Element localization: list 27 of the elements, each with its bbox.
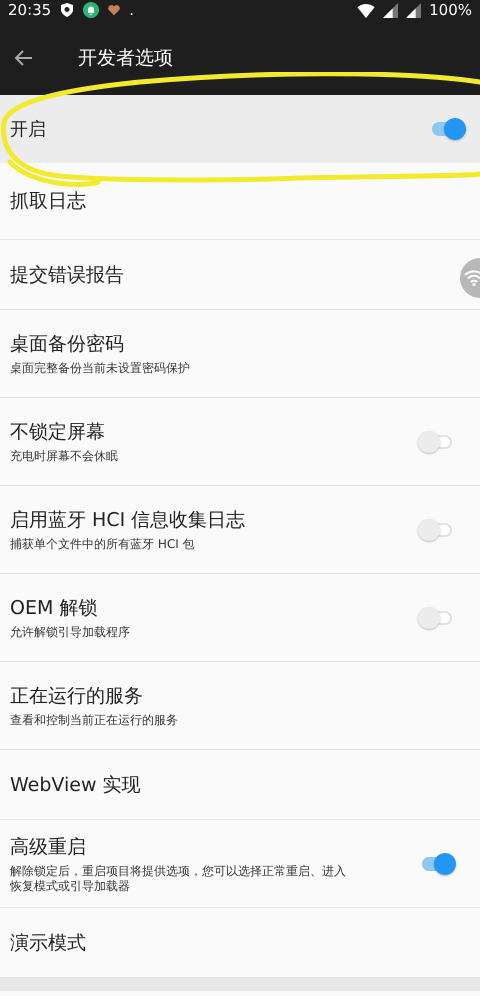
setting-title: OEM 解锁 (10, 596, 98, 622)
page-title: 开发者选项 (78, 46, 173, 70)
status-dot: . (129, 1, 134, 19)
status-time: 20:35 (8, 1, 52, 19)
setting-title: 启用蓝牙 HCI 信息收集日志 (10, 508, 246, 534)
setting-summary: 解除锁定后，重启项目将提供选项，您可以选择正常重启、进入恢复模式或引导加载器 (10, 864, 347, 893)
setting-title: 桌面备份密码 (10, 332, 125, 358)
setting-title: 演示模式 (10, 930, 87, 956)
signal-icon (406, 2, 422, 18)
master-switch-label: 开启 (10, 118, 47, 141)
setting-title: 正在运行的服务 (10, 684, 144, 710)
wifi-icon (357, 2, 376, 18)
setting-summary: 捕获单个文件中的所有蓝牙 HCI 包 (10, 537, 196, 552)
setting-summary: 桌面完整备份当前未设置密码保护 (10, 361, 191, 376)
setting-summary: 查看和控制当前正在运行的服务 (10, 713, 179, 728)
heart-icon (107, 3, 122, 17)
signal-icon (383, 2, 398, 18)
setting-title: WebView 实现 (10, 772, 142, 798)
setting-title: 高级重启 (10, 835, 87, 860)
setting-title: 提交错误报告 (10, 262, 125, 288)
setting-title: 不锁定屏幕 (10, 420, 106, 446)
setting-title: 抓取日志 (10, 189, 87, 214)
setting-summary: 充电时屏幕不会休眠 (10, 449, 119, 464)
bell-icon (83, 2, 100, 18)
wifi-icon (464, 270, 480, 286)
battery-level: 100% (429, 1, 472, 19)
setting-summary: 允许解锁引导加载程序 (10, 625, 131, 640)
